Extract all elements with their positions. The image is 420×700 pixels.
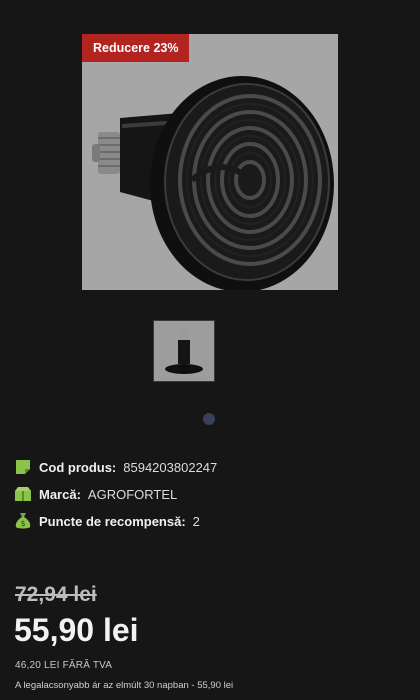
heat-lamp-thumbnail-icon [165, 329, 203, 374]
product-image[interactable] [82, 34, 338, 290]
reward-points-label: Puncte de recompensă: [39, 513, 186, 529]
reward-points-value: 2 [192, 513, 200, 529]
reward-points-row: $ Puncte de recompensă: 2 [14, 512, 200, 530]
box-icon [14, 485, 32, 503]
brand-label: Marcă: [39, 486, 81, 502]
lowest-price-note: A legalacsonyabb ár az elmúlt 30 napban … [15, 680, 234, 691]
money-bag-icon: $ [14, 512, 32, 530]
product-code-row: Cod produs: 8594203802247 [14, 458, 217, 476]
barcode-tag-icon [14, 458, 32, 476]
carousel-dot[interactable] [203, 413, 215, 425]
brand-row: Marcă: AGROFORTEL [14, 485, 177, 503]
product-code-value: 8594203802247 [123, 459, 218, 475]
heat-lamp-illustration [92, 76, 334, 290]
old-price: 72,94 lei [15, 583, 97, 606]
discount-badge: Reducere 23% [82, 34, 190, 62]
brand-value: AGROFORTEL [87, 486, 178, 502]
price-without-vat: 46,20 LEI FĂRĂ TVA [15, 660, 113, 671]
product-code-label: Cod produs: [39, 459, 117, 475]
current-price: 55,90 lei [14, 612, 139, 648]
svg-text:$: $ [20, 519, 25, 528]
product-thumbnail[interactable] [153, 320, 215, 382]
